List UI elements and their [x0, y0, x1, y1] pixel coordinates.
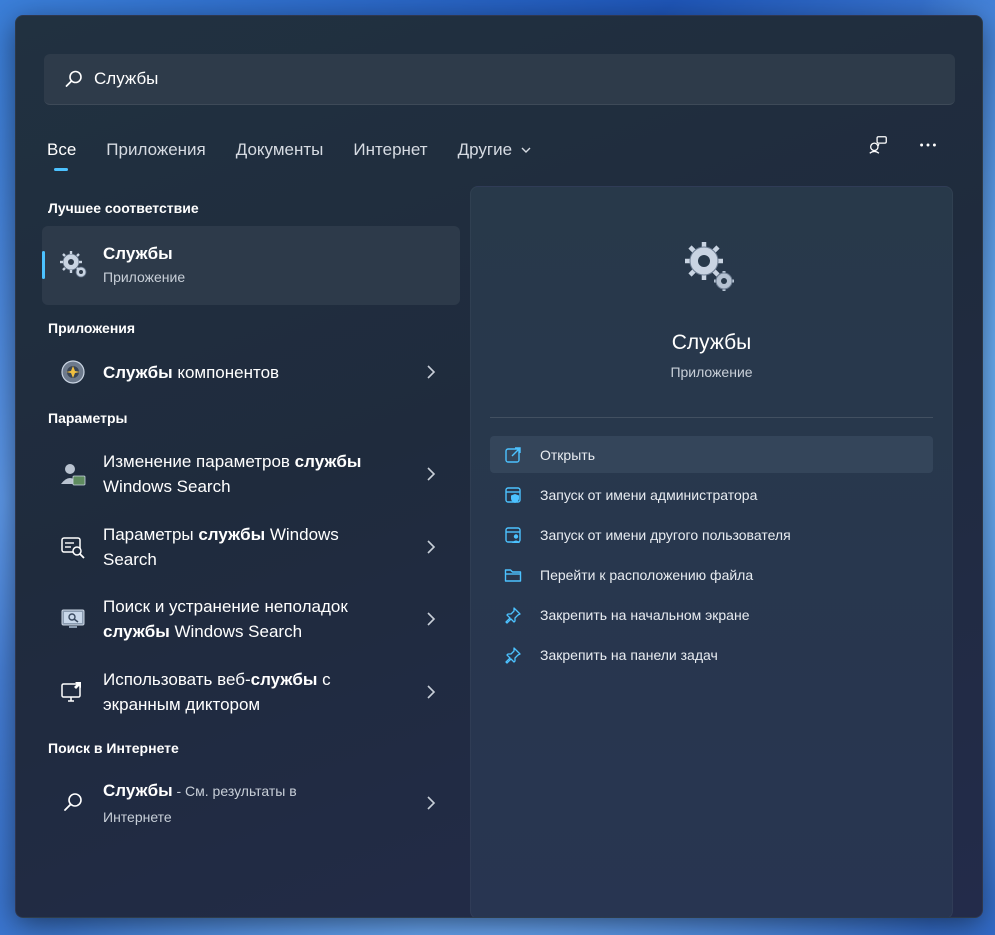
troubleshoot-icon — [61, 609, 85, 628]
action-run-as-other-user[interactable]: Запуск от имени другого пользователя — [490, 516, 933, 553]
top-right-actions — [866, 133, 940, 157]
chevron-right-icon — [427, 796, 436, 810]
list-item-label: Параметры службы Windows Search — [103, 522, 339, 572]
chevron-right-icon — [427, 365, 436, 379]
label-part: Search — [103, 550, 157, 569]
chevron-down-icon — [521, 147, 531, 153]
search-settings-icon — [61, 537, 85, 559]
label-part: Поиск и устранение неполадок — [103, 597, 348, 616]
best-match-type: Приложение — [103, 269, 186, 285]
detail-pane: Службы Приложение Открыть Запуск от имен… — [470, 186, 953, 917]
action-pin-to-start[interactable]: Закрепить на начальном экране — [490, 596, 933, 633]
chevron-right-icon — [427, 467, 436, 481]
label-part: Использовать веб- — [103, 670, 251, 689]
search-history-icon[interactable] — [866, 133, 890, 157]
label-bold: службы — [103, 622, 170, 641]
search-panel: Все Приложения Документы Интернет Другие… — [15, 15, 983, 918]
section-settings: Параметры — [48, 410, 128, 426]
tab-documents[interactable]: Документы — [236, 135, 324, 165]
best-match-card[interactable]: Службы Приложение — [42, 226, 460, 305]
narrator-web-icon — [61, 682, 81, 702]
label-note: Интернете — [103, 809, 172, 825]
best-match-name: Службы — [103, 244, 173, 263]
action-open[interactable]: Открыть — [490, 436, 933, 473]
search-box[interactable] — [44, 54, 955, 105]
section-web: Поиск в Интернете — [48, 740, 179, 756]
tab-other[interactable]: Другие — [458, 135, 532, 165]
open-icon — [505, 446, 521, 463]
section-best-match: Лучшее соответствие — [48, 200, 199, 216]
pin-icon — [505, 606, 521, 624]
list-item-setting-3[interactable]: Поиск и устранение неполадок службы Wind… — [42, 586, 460, 652]
section-apps: Приложения — [48, 320, 136, 336]
more-options-icon[interactable] — [916, 133, 940, 157]
search-settings-user-icon — [61, 464, 86, 486]
list-item-component-services[interactable]: Службы компонентов — [42, 348, 460, 396]
chevron-right-icon — [427, 685, 436, 699]
tab-all-label: Все — [47, 140, 77, 159]
label-part: Параметры — [103, 525, 199, 544]
label-part: экранным диктором — [103, 695, 261, 714]
label-bold: службы — [294, 452, 362, 471]
services-gear-icon — [685, 242, 734, 291]
tab-internet-label: Интернет — [353, 140, 428, 159]
tab-all[interactable]: Все — [47, 135, 77, 171]
action-pin-to-taskbar[interactable]: Закрепить на панели задач — [490, 636, 933, 673]
action-open-file-location[interactable]: Перейти к расположению файла — [490, 556, 933, 593]
label-part: Windows — [265, 525, 339, 544]
tab-internet[interactable]: Интернет — [353, 135, 427, 165]
label-rest: компонентов — [172, 363, 280, 382]
label-part: Windows Search — [169, 622, 303, 641]
label-part: Windows Search — [103, 477, 231, 496]
label-note: - См. результаты в — [172, 783, 297, 799]
search-icon — [65, 70, 82, 87]
action-run-as-admin[interactable]: Запуск от имени администратора — [490, 476, 933, 513]
list-item-web-search[interactable]: Службы - См. результаты в Интернете — [42, 770, 460, 836]
selection-accent — [42, 251, 45, 279]
component-services-icon — [61, 360, 85, 384]
chevron-right-icon — [427, 540, 436, 554]
action-label: Запуск от имени другого пользователя — [540, 526, 791, 543]
list-item-label: Использовать веб-службы с экранным дикто… — [103, 667, 331, 717]
filter-tabs: Все Приложения Документы Интернет Другие — [47, 135, 562, 171]
action-label: Закрепить на начальном экране — [540, 606, 750, 623]
label-part: с — [317, 670, 331, 689]
list-item-setting-2[interactable]: Параметры службы Windows Search — [42, 514, 460, 580]
label-bold: службы — [198, 525, 266, 544]
tab-apps-label: Приложения — [106, 140, 206, 159]
list-item-label: Службы - См. результаты в Интернете — [103, 778, 297, 830]
services-gear-icon — [60, 251, 87, 278]
list-item-setting-4[interactable]: Использовать веб-службы с экранным дикто… — [42, 659, 460, 725]
pin-icon — [505, 646, 521, 664]
action-label: Закрепить на панели задач — [540, 646, 718, 663]
folder-icon — [504, 568, 522, 582]
list-item-setting-1[interactable]: Изменение параметров службы Windows Sear… — [42, 441, 460, 507]
list-item-label: Изменение параметров службы Windows Sear… — [103, 449, 361, 499]
search-icon — [64, 793, 82, 811]
label-bold: службы — [250, 670, 318, 689]
action-label: Открыть — [540, 446, 595, 463]
tab-other-label: Другие — [457, 140, 513, 159]
label-bold: Службы — [103, 363, 173, 382]
action-label: Запуск от имени администратора — [540, 486, 758, 503]
action-label: Перейти к расположению файла — [540, 566, 754, 583]
chevron-right-icon — [427, 612, 436, 626]
detail-title: Службы — [671, 331, 752, 354]
detail-subtitle: Приложение — [670, 364, 753, 380]
search-input[interactable] — [94, 69, 894, 89]
label-bold: Службы — [103, 781, 173, 800]
divider — [490, 417, 933, 418]
list-item-label: Службы компонентов — [103, 360, 279, 385]
label-part: Изменение параметров — [103, 452, 295, 471]
other-user-icon — [505, 526, 521, 543]
list-item-label: Поиск и устранение неполадок службы Wind… — [103, 594, 348, 644]
tab-apps[interactable]: Приложения — [106, 135, 205, 165]
admin-shield-icon — [505, 486, 521, 503]
tab-documents-label: Документы — [235, 140, 324, 159]
